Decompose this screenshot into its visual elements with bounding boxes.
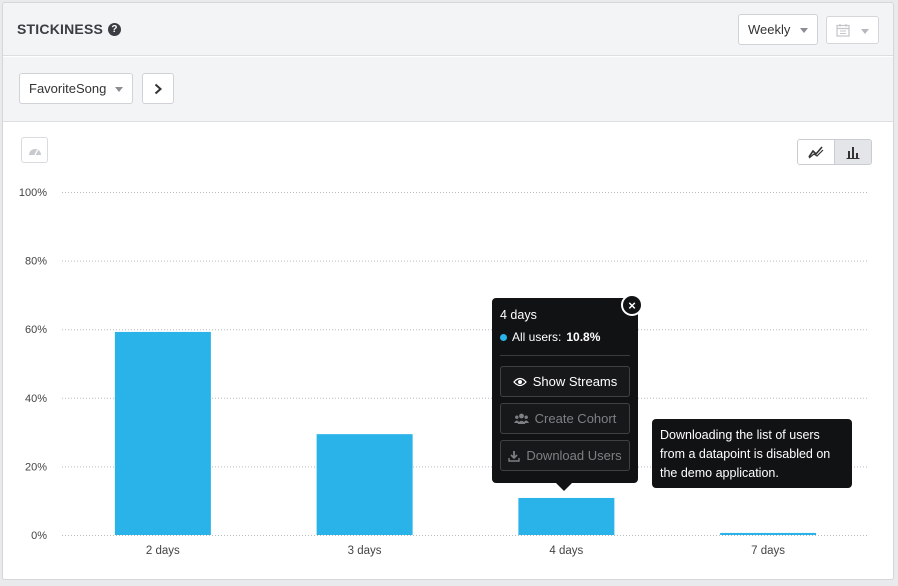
bar — [316, 434, 413, 535]
users-icon — [513, 413, 529, 424]
series-color-dot — [500, 333, 507, 341]
bar — [518, 497, 615, 535]
y-tick-label: 80% — [25, 256, 47, 268]
y-tick-label: 40% — [25, 393, 47, 405]
show-streams-button[interactable]: Show Streams — [500, 366, 630, 397]
close-icon[interactable]: × — [621, 294, 643, 316]
tooltip-series-row: All users: 10.8% — [500, 330, 630, 356]
tooltip-series-value: 10.8% — [566, 330, 601, 344]
x-tick-label: 3 days — [348, 545, 382, 557]
x-tick-label: 2 days — [146, 545, 180, 557]
datapoint-tooltip: 4 days All users: 10.8% Show Streams Cre… — [492, 298, 638, 491]
tooltip-title: 4 days — [500, 308, 537, 322]
download-users-button[interactable]: Download Users — [500, 440, 630, 471]
x-tick-label: 4 days — [549, 545, 583, 557]
download-users-label: Download Users — [526, 448, 622, 463]
tooltip-series-label: All users: — [512, 330, 562, 344]
download-icon — [508, 450, 521, 462]
y-tick-label: 100% — [19, 187, 47, 199]
create-cohort-button[interactable]: Create Cohort — [500, 403, 630, 434]
bar — [114, 331, 211, 535]
show-streams-label: Show Streams — [532, 374, 618, 389]
x-tick-label: 7 days — [751, 545, 785, 557]
y-tick-label: 0% — [31, 530, 47, 542]
create-cohort-label: Create Cohort — [534, 411, 617, 426]
stickiness-bar-chart: 0% 20% 40% 60% 80% 100% 2 days 3 days 4 days 7 da… — [19, 187, 869, 557]
disabled-info-tooltip: Downloading the list of users from a dat… — [652, 419, 852, 488]
y-tick-label: 60% — [25, 324, 47, 336]
y-tick-label: 20% — [25, 461, 47, 473]
eye-icon — [512, 377, 527, 386]
bar — [720, 532, 817, 535]
